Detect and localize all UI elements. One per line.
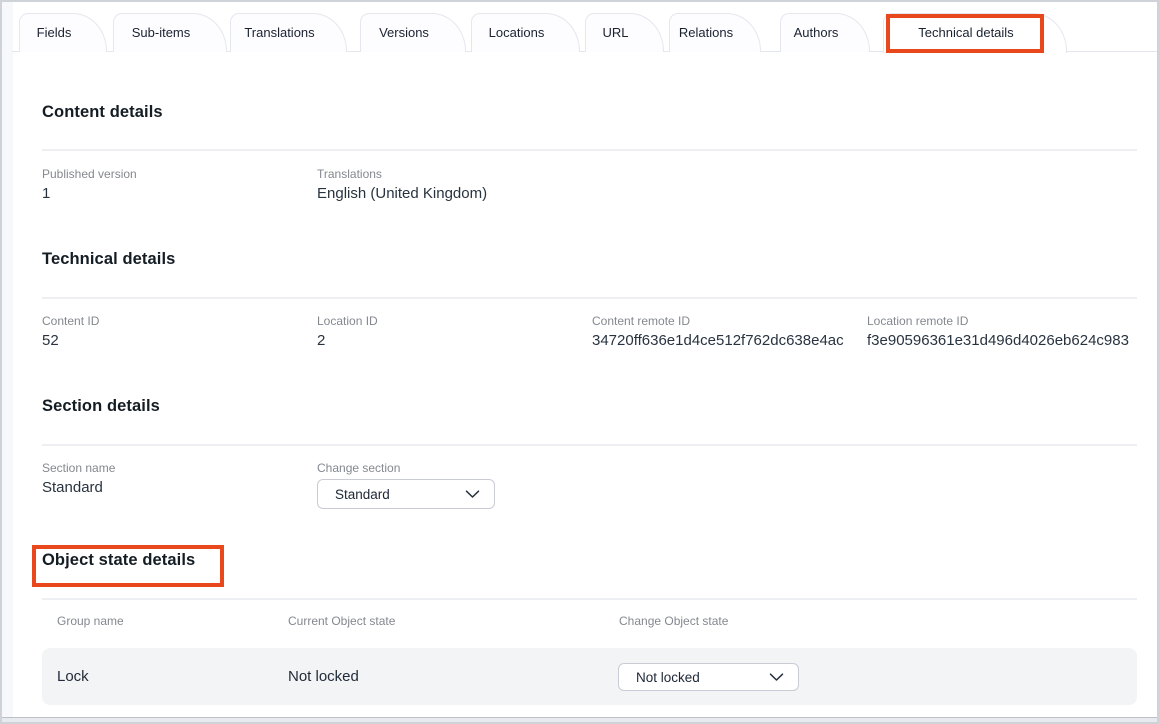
tab-label: Fields xyxy=(37,25,72,40)
field-value: f3e90596361e31d496d4026eb624c983 xyxy=(867,332,1129,349)
field-value: 52 xyxy=(42,332,99,349)
change-section-select[interactable]: Standard xyxy=(317,479,495,509)
section-divider xyxy=(42,297,1137,299)
tab-bar: Fields Sub-items Translations Versions L… xyxy=(2,2,1157,52)
tab-versions[interactable]: Versions xyxy=(360,13,466,52)
field-value: 34720ff636e1d4ce512f762dc638e4ac xyxy=(592,332,844,349)
section-name-field: Section name Standard xyxy=(42,461,115,496)
section-divider xyxy=(42,598,1137,600)
field-label: Content remote ID xyxy=(592,314,844,328)
tab-translations[interactable]: Translations xyxy=(230,13,347,52)
tab-label: Translations xyxy=(244,25,314,40)
tab-label: Relations xyxy=(679,25,733,40)
select-value: Not locked xyxy=(636,670,700,685)
tab-sub-items[interactable]: Sub-items xyxy=(113,13,227,52)
column-header-current-state: Current Object state xyxy=(288,614,395,628)
tab-label: Technical details xyxy=(918,25,1013,40)
tab-label: URL xyxy=(602,25,628,40)
translations-field: Translations English (United Kingdom) xyxy=(317,167,487,202)
published-version-field: Published version 1 xyxy=(42,167,137,202)
field-label: Change section xyxy=(317,461,400,475)
field-label: Location ID xyxy=(317,314,378,328)
technical-details-heading: Technical details xyxy=(42,250,175,269)
tab-fields[interactable]: Fields xyxy=(19,13,107,52)
chevron-down-icon xyxy=(769,673,784,682)
tab-locations[interactable]: Locations xyxy=(471,13,580,52)
technical-details-page: Fields Sub-items Translations Versions L… xyxy=(0,0,1159,724)
tab-label: Versions xyxy=(379,25,429,40)
field-value: English (United Kingdom) xyxy=(317,185,487,202)
current-state-cell: Not locked xyxy=(288,648,359,705)
field-label: Translations xyxy=(317,167,487,181)
tab-url[interactable]: URL xyxy=(585,13,664,52)
chevron-down-icon xyxy=(465,490,480,499)
tab-technical-details[interactable]: Technical details xyxy=(883,13,1067,53)
content-details-heading: Content details xyxy=(42,103,163,122)
location-id-field: Location ID 2 xyxy=(317,314,378,349)
section-divider xyxy=(42,444,1137,446)
object-state-details-heading: Object state details xyxy=(42,551,195,570)
page-bottom-margin xyxy=(2,717,1157,722)
field-value: 1 xyxy=(42,185,137,202)
group-name-cell: Lock xyxy=(57,648,89,705)
tab-authors[interactable]: Authors xyxy=(780,13,870,52)
field-label: Section name xyxy=(42,461,115,475)
field-value: 2 xyxy=(317,332,378,349)
column-header-group-name: Group name xyxy=(57,614,124,628)
field-label: Location remote ID xyxy=(867,314,1129,328)
column-header-change-state: Change Object state xyxy=(619,614,728,628)
location-remote-id-field: Location remote ID f3e90596361e31d496d40… xyxy=(867,314,1129,349)
field-label: Published version xyxy=(42,167,137,181)
table-row: Lock Not locked Not locked xyxy=(42,648,1137,705)
section-details-heading: Section details xyxy=(42,397,160,416)
tab-relations[interactable]: Relations xyxy=(669,13,761,52)
section-divider xyxy=(42,149,1137,151)
tab-label: Authors xyxy=(794,25,839,40)
tab-label: Locations xyxy=(489,25,545,40)
select-value: Standard xyxy=(335,487,390,502)
content-remote-id-field: Content remote ID 34720ff636e1d4ce512f76… xyxy=(592,314,844,349)
change-object-state-select[interactable]: Not locked xyxy=(618,663,799,691)
field-label: Content ID xyxy=(42,314,99,328)
change-section-field: Change section xyxy=(317,461,400,479)
tab-label: Sub-items xyxy=(132,25,191,40)
content-id-field: Content ID 52 xyxy=(42,314,99,349)
page-left-margin xyxy=(2,2,13,717)
field-value: Standard xyxy=(42,479,115,496)
